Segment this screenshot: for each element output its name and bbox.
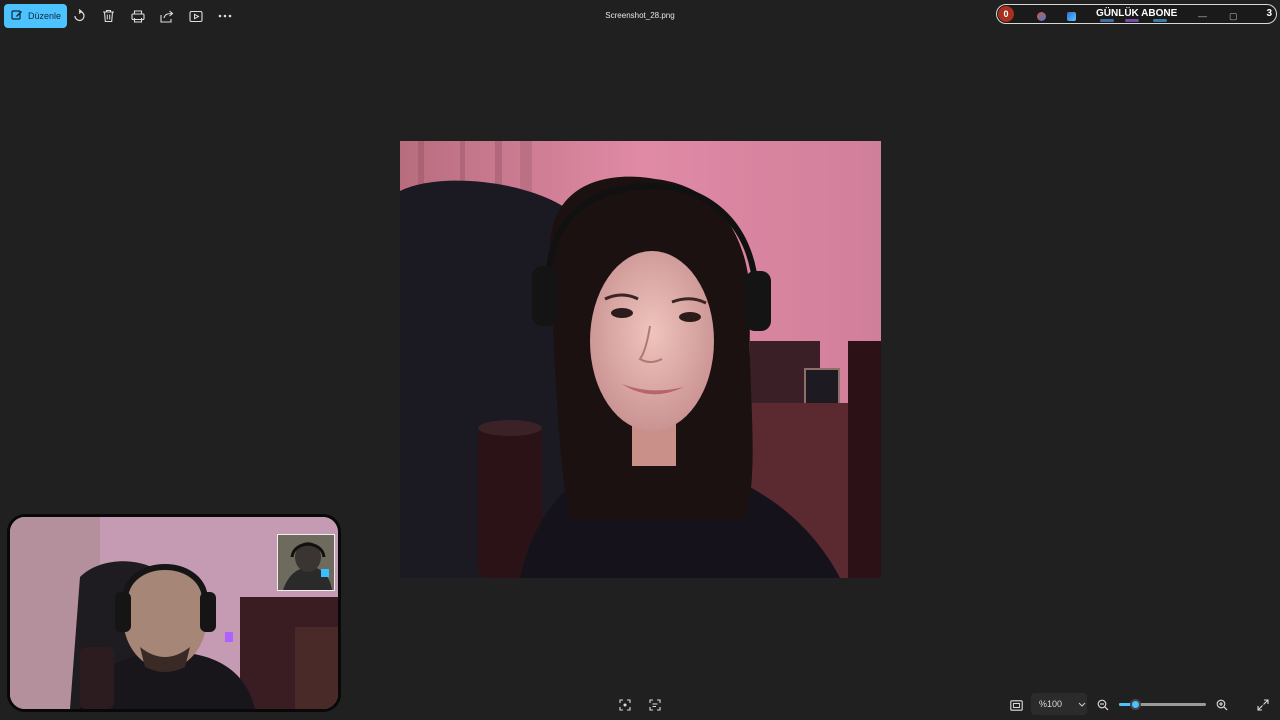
- bottom-toolbar: [0, 688, 1280, 720]
- fit-to-window-icon[interactable]: [617, 697, 633, 713]
- portrait-photo: [400, 141, 881, 578]
- displayed-image: [400, 141, 881, 578]
- zoom-slider-thumb[interactable]: [1129, 699, 1141, 710]
- zoom-out-icon[interactable]: [1095, 697, 1111, 713]
- restore-icon[interactable]: ▢: [1229, 11, 1238, 22]
- taskbar-indicator: [1100, 19, 1114, 22]
- minimize-icon[interactable]: —: [1198, 11, 1207, 21]
- select-text-icon[interactable]: [647, 697, 663, 713]
- zoom-slider[interactable]: [1119, 699, 1206, 710]
- taskbar-app-icon: [1037, 12, 1046, 21]
- fullscreen-icon[interactable]: [1255, 697, 1271, 713]
- goal-badge: 0: [998, 6, 1014, 22]
- subscriber-goal-overlay: 0 GÜNLÜK ABONE — ▢ 3: [996, 4, 1277, 24]
- actual-size-icon[interactable]: [1008, 697, 1024, 713]
- webcam-overlay: [7, 514, 341, 712]
- picture-in-picture-camera: [277, 534, 335, 591]
- chevron-down-icon: [1078, 699, 1086, 709]
- goal-label: GÜNLÜK ABONE: [1096, 8, 1178, 19]
- taskbar-app-icon: [1067, 12, 1076, 21]
- goal-count: 3: [1266, 8, 1272, 19]
- zoom-level-value: %100: [1039, 699, 1063, 709]
- zoom-in-icon[interactable]: [1214, 697, 1230, 713]
- taskbar-indicator: [1153, 19, 1167, 22]
- zoom-level-select[interactable]: %100: [1031, 693, 1087, 715]
- taskbar-indicator: [1125, 19, 1139, 22]
